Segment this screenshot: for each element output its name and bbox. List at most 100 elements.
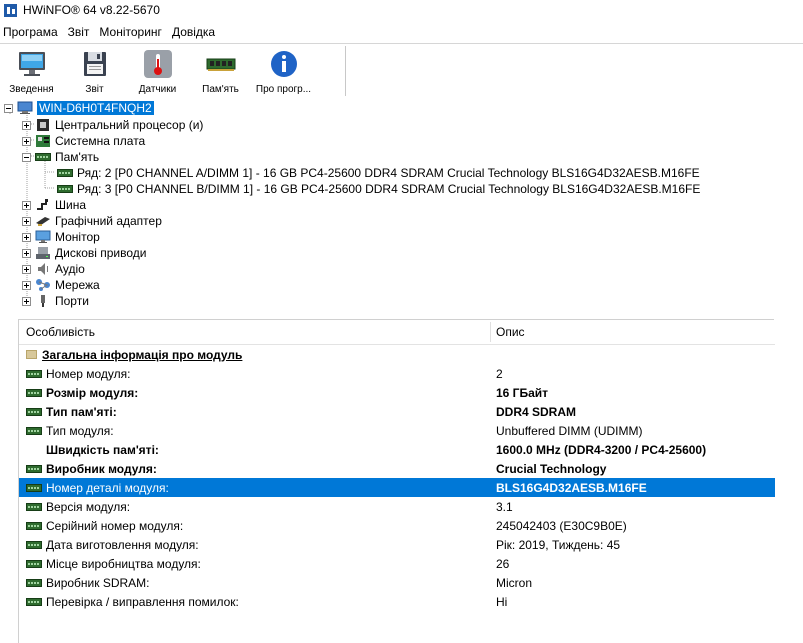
memory-module-icon bbox=[26, 578, 42, 587]
computer-name: WIN-D6H0T4FNQH2 bbox=[37, 101, 154, 115]
tree-root[interactable]: WIN-D6H0T4FNQH2 bbox=[4, 100, 154, 116]
memory-module-icon bbox=[26, 464, 42, 473]
row-value: Crucial Technology bbox=[496, 461, 607, 476]
row-value: 3.1 bbox=[496, 499, 513, 514]
memory-module-icon bbox=[26, 559, 42, 568]
row-feature: Серійний номер модуля: bbox=[46, 518, 184, 533]
table-row[interactable]: Тип пам'яті: DDR4 SDRAM bbox=[19, 402, 775, 421]
memory-module-icon bbox=[26, 483, 42, 492]
tree-item-label: Порти bbox=[55, 294, 89, 308]
row-value: DDR4 SDRAM bbox=[496, 404, 577, 419]
tree-item-label: Ряд: 3 [P0 CHANNEL B/DIMM 1] - 16 GB PC4… bbox=[77, 182, 701, 196]
info-about-icon bbox=[270, 51, 297, 77]
row-value: Micron bbox=[496, 575, 533, 590]
row-value: 1600.0 MHz (DDR4-3200 / PC4-25600) bbox=[496, 442, 707, 457]
tree-item-memory[interactable]: Пам'ять bbox=[22, 149, 99, 165]
expand-toggle[interactable] bbox=[22, 264, 31, 274]
tree-item-label: Мережа bbox=[55, 278, 100, 292]
row-value: 245042403 (E30C9B0E) bbox=[496, 518, 627, 533]
expand-toggle[interactable] bbox=[22, 280, 31, 290]
menu-program[interactable]: Програма bbox=[0, 25, 63, 39]
tree-item-motherboard[interactable]: Системна плата bbox=[22, 133, 145, 149]
row-feature: Тип пам'яті: bbox=[46, 404, 117, 419]
tree-item-label: Ряд: 2 [P0 CHANNEL A/DIMM 1] - 16 GB PC4… bbox=[77, 166, 700, 180]
table-row[interactable]: Дата виготовлення модуля: Рік: 2019, Тиж… bbox=[19, 535, 775, 554]
memory-module-icon bbox=[206, 58, 235, 71]
memory-button[interactable]: Пам'ять bbox=[189, 44, 252, 98]
column-separator[interactable] bbox=[490, 322, 491, 342]
row-feature: Дата виготовлення модуля: bbox=[46, 537, 199, 552]
title-bar: HWiNFO® 64 v8.22-5670 bbox=[0, 0, 803, 20]
tree-item-audio[interactable]: Аудіо bbox=[22, 261, 85, 277]
gpu-icon bbox=[36, 217, 50, 226]
row-feature: Номер деталі модуля: bbox=[46, 480, 169, 495]
tree-item-label: Аудіо bbox=[55, 262, 85, 276]
memory-module-icon bbox=[26, 426, 42, 435]
expand-toggle[interactable] bbox=[22, 200, 31, 210]
row-value: 16 ГБайт bbox=[496, 385, 549, 400]
tree-item-cpu[interactable]: Центральний процесор (и) bbox=[22, 117, 203, 133]
window-title: HWiNFO® 64 v8.22-5670 bbox=[23, 3, 160, 17]
row-value: 2 bbox=[496, 366, 503, 381]
tree-item-bus[interactable]: Шина bbox=[22, 197, 86, 213]
collapse-toggle[interactable] bbox=[22, 152, 31, 162]
expand-toggle[interactable] bbox=[22, 136, 31, 146]
computer-icon bbox=[17, 101, 33, 114]
row-feature: Перевірка / виправлення помилок: bbox=[46, 594, 239, 609]
table-row-selected[interactable]: Номер деталі модуля: BLS16G4D32AESB.M16F… bbox=[19, 478, 775, 497]
table-row[interactable]: Розмір модуля: 16 ГБайт bbox=[19, 383, 775, 402]
tree-item-dimm-row-2[interactable]: Ряд: 2 [P0 CHANNEL A/DIMM 1] - 16 GB PC4… bbox=[57, 165, 700, 181]
row-value: Ні bbox=[496, 594, 508, 609]
table-row[interactable]: Номер модуля: 2 bbox=[19, 364, 775, 383]
memory-module-icon bbox=[26, 369, 42, 378]
row-feature: Версія модуля: bbox=[46, 499, 131, 514]
column-header-feature[interactable]: Особливість bbox=[26, 325, 95, 339]
table-row[interactable]: Перевірка / виправлення помилок: Ні bbox=[19, 592, 775, 611]
sensors-button[interactable]: Датчики bbox=[126, 44, 189, 98]
memory-module-icon bbox=[26, 388, 42, 397]
memory-module-icon bbox=[26, 540, 42, 549]
about-label: Про прогр... bbox=[255, 84, 312, 95]
menu-help[interactable]: Довідка bbox=[167, 25, 220, 39]
menu-report[interactable]: Звіт bbox=[63, 25, 95, 39]
usb-port-icon bbox=[41, 295, 45, 307]
expand-toggle[interactable] bbox=[22, 120, 31, 130]
tree-item-ports[interactable]: Порти bbox=[22, 293, 89, 309]
expand-toggle[interactable] bbox=[22, 232, 31, 242]
column-header-description[interactable]: Опис bbox=[496, 325, 525, 339]
tree-item-label: Дискові приводи bbox=[55, 246, 147, 260]
table-row[interactable]: Виробник модуля: Crucial Technology bbox=[19, 459, 775, 478]
expand-toggle[interactable] bbox=[22, 296, 31, 306]
table-row[interactable]: Швидкість пам'яті: 1600.0 MHz (DDR4-3200… bbox=[19, 440, 775, 459]
table-row[interactable]: Виробник SDRAM: Micron bbox=[19, 573, 775, 592]
row-value: BLS16G4D32AESB.M16FE bbox=[496, 480, 647, 495]
device-tree: WIN-D6H0T4FNQH2 Центральний процесор (и)… bbox=[0, 99, 803, 314]
about-button[interactable]: Про прогр... bbox=[252, 44, 315, 98]
section-row[interactable]: Загальна інформація про модуль bbox=[19, 345, 775, 364]
row-feature: Швидкість пам'яті: bbox=[46, 442, 159, 457]
monitor-summary-icon bbox=[18, 52, 45, 76]
row-value: Рік: 2019, Тиждень: 45 bbox=[496, 537, 621, 552]
table-row[interactable]: Місце виробництва модуля: 26 bbox=[19, 554, 775, 573]
cpu-icon bbox=[37, 119, 49, 131]
tree-item-gpu[interactable]: Графічний адаптер bbox=[22, 213, 162, 229]
tree-item-label: Системна плата bbox=[55, 134, 146, 148]
speaker-icon bbox=[38, 263, 48, 275]
table-row[interactable]: Серійний номер модуля: 245042403 (E30C9B… bbox=[19, 516, 775, 535]
expand-toggle[interactable] bbox=[22, 248, 31, 258]
table-row[interactable]: Тип модуля: Unbuffered DIMM (UDIMM) bbox=[19, 421, 775, 440]
tree-item-disk-drives[interactable]: Дискові приводи bbox=[22, 245, 147, 261]
tree-item-dimm-row-3[interactable]: Ряд: 3 [P0 CHANNEL B/DIMM 1] - 16 GB PC4… bbox=[57, 181, 700, 197]
tree-item-monitor[interactable]: Монітор bbox=[22, 229, 100, 245]
tree-item-network[interactable]: Мережа bbox=[22, 277, 100, 293]
menu-monitoring[interactable]: Моніторинг bbox=[94, 25, 167, 39]
row-feature: Розмір модуля: bbox=[46, 385, 139, 400]
expand-toggle[interactable] bbox=[22, 216, 31, 226]
table-row[interactable]: Версія модуля: 3.1 bbox=[19, 497, 775, 516]
summary-button[interactable]: Зведення bbox=[0, 44, 63, 98]
row-feature: Місце виробництва модуля: bbox=[46, 556, 201, 571]
sensors-label: Датчики bbox=[138, 84, 177, 95]
report-button[interactable]: Звіт bbox=[63, 44, 126, 98]
collapse-toggle[interactable] bbox=[4, 103, 13, 113]
summary-label: Зведення bbox=[9, 84, 54, 95]
